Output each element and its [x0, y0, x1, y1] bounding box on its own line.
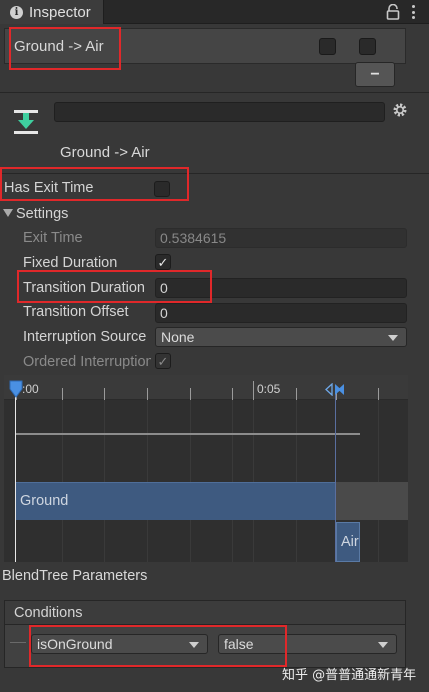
state-bar-air[interactable]: Air	[336, 522, 360, 562]
interruption-source-dropdown[interactable]: None	[155, 327, 407, 347]
state-bar-ground-tail	[335, 482, 408, 520]
exit-time-field[interactable]: 0.5384615	[155, 228, 407, 248]
chevron-down-icon	[388, 335, 398, 341]
divider	[0, 92, 429, 93]
timeline-label-start: :00	[22, 382, 39, 396]
highlight-box-header	[9, 27, 121, 70]
info-icon: i	[10, 5, 23, 19]
conditions-label: Conditions	[14, 605, 83, 621]
transition-offset-label: Transition Offset	[23, 304, 129, 320]
fixed-duration-label: Fixed Duration	[23, 255, 118, 271]
playhead-marker-icon[interactable]	[9, 380, 23, 398]
transition-subtitle: Ground -> Air	[60, 144, 150, 161]
settings-label[interactable]: Settings	[16, 206, 68, 222]
tab-inspector-label: Inspector	[29, 3, 91, 21]
fixed-duration-checkbox[interactable]: ✓	[155, 254, 171, 270]
exit-time-label: Exit Time	[23, 230, 83, 246]
chevron-down-icon	[378, 642, 388, 648]
transition-offset-field[interactable]: 0	[155, 303, 407, 323]
state-bar-ground[interactable]: Ground	[15, 482, 335, 520]
mute-checkbox[interactable]	[359, 38, 376, 55]
timeline-curve	[15, 433, 360, 435]
state-bar-ground-label: Ground	[20, 493, 69, 509]
interruption-source-label: Interruption Source	[23, 329, 147, 345]
interruption-source-value: None	[161, 329, 195, 345]
remove-transition-button[interactable]: −	[355, 62, 395, 87]
highlight-box-duration	[17, 270, 212, 303]
transition-name-field[interactable]	[54, 102, 385, 122]
settings-foldout-arrow-icon[interactable]	[3, 209, 13, 217]
highlight-box-exit-time	[0, 167, 189, 201]
timeline-label-mid: 0:05	[257, 382, 281, 396]
highlight-box-condition	[29, 625, 287, 667]
tab-inspector[interactable]: i Inspector	[0, 0, 104, 24]
transition-end-line	[335, 392, 336, 562]
state-bar-air-label: Air	[341, 534, 359, 550]
conditions-header: Conditions	[4, 600, 406, 624]
solo-checkbox[interactable]	[319, 38, 336, 55]
drag-handle-icon[interactable]	[10, 642, 26, 643]
watermark-text: 知乎 @普普通通新青年	[282, 668, 417, 683]
blendtree-parameters-label: BlendTree Parameters	[2, 568, 148, 584]
gear-icon[interactable]	[392, 102, 408, 118]
more-options-icon[interactable]	[409, 4, 417, 20]
ordered-interruption-checkbox[interactable]: ✓	[155, 353, 171, 369]
ordered-interruption-label: Ordered Interruption	[23, 354, 151, 370]
playhead-line	[15, 392, 16, 562]
transition-icon	[12, 108, 40, 136]
transition-handles-icon[interactable]	[324, 382, 348, 397]
lock-icon[interactable]	[386, 3, 400, 20]
